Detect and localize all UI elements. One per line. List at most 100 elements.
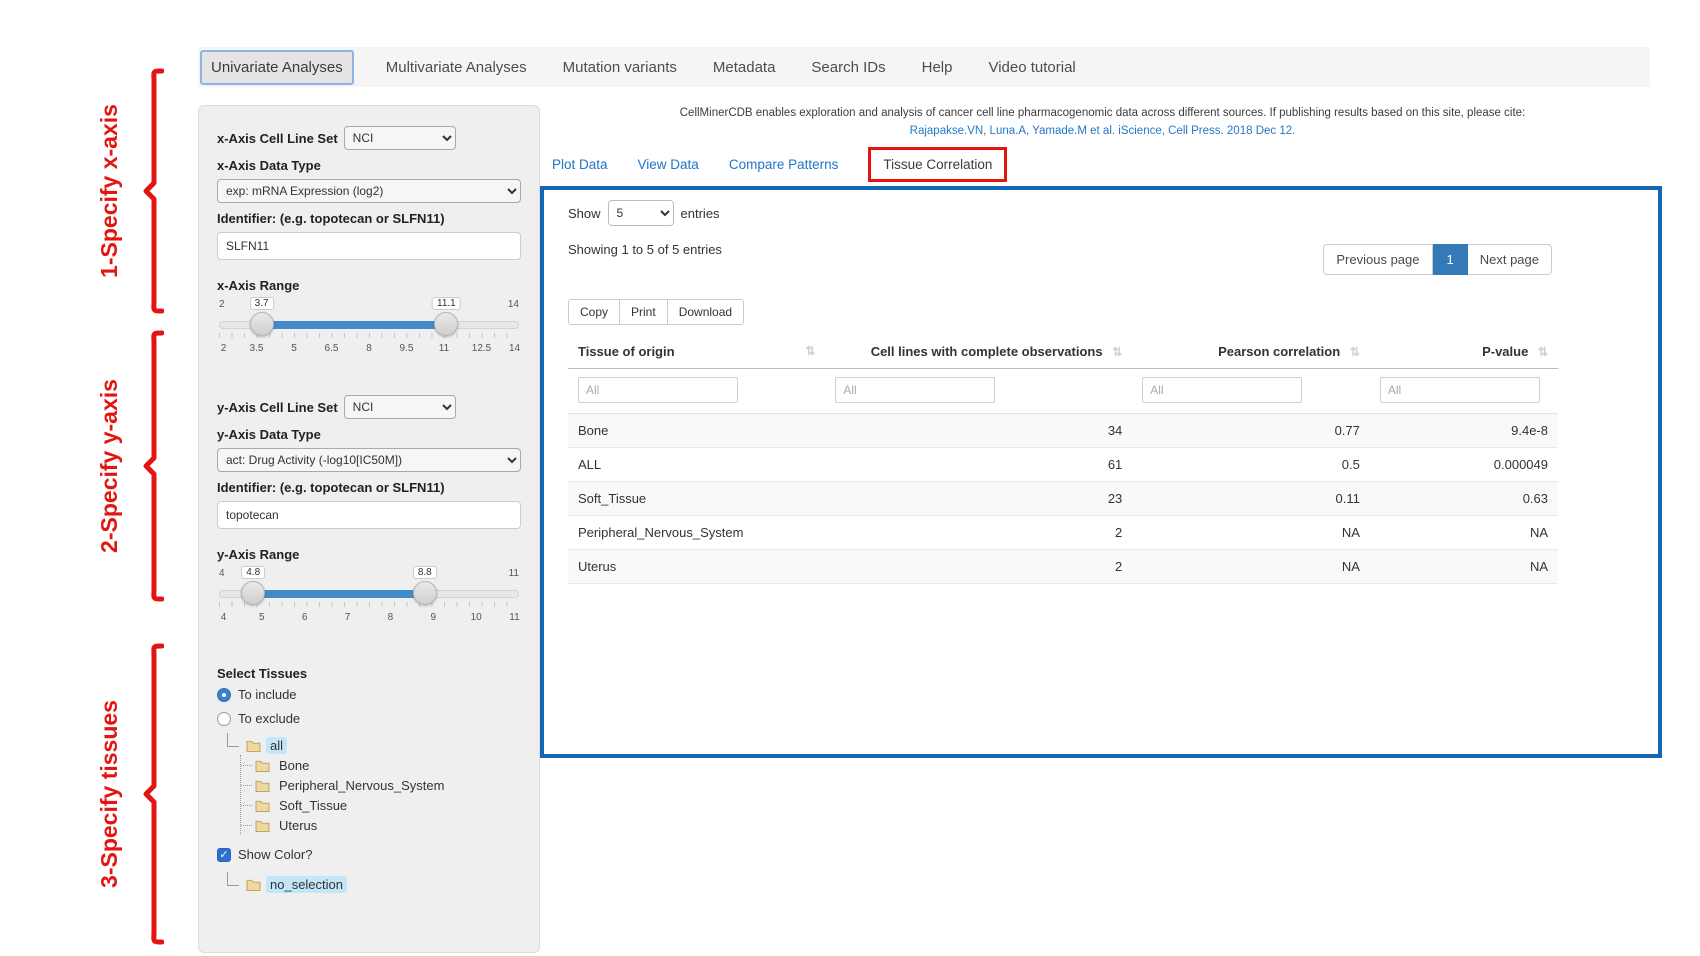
nav-tab-metadata[interactable]: Metadata <box>709 51 780 84</box>
folder-icon <box>255 759 270 772</box>
tree-node-peripheral-nervous-system[interactable]: Peripheral_Nervous_System <box>241 775 521 795</box>
sort-icon[interactable]: ⇅ <box>805 344 815 358</box>
nav-tab-search-ids[interactable]: Search IDs <box>807 51 889 84</box>
tree-node-soft-tissue[interactable]: Soft_Tissue <box>241 795 521 815</box>
filter-input-tissue[interactable] <box>578 377 738 403</box>
tissue-correlation-table: Tissue of origin ⇅ Cell lines with compl… <box>568 335 1558 584</box>
nav-tab-help[interactable]: Help <box>918 51 957 84</box>
x-range-min-label: 2 <box>219 299 225 310</box>
cell-n: 34 <box>825 414 1132 448</box>
page-length-select[interactable]: 5 <box>608 200 674 226</box>
x-grid-label: 5 <box>291 343 297 354</box>
tab-tissue-correlation[interactable]: Tissue Correlation <box>883 157 992 172</box>
select-tissues-title: Select Tissues <box>217 666 521 681</box>
export-buttons: Copy Print Download <box>568 299 1634 325</box>
show-color-checkbox[interactable]: ✓ <box>217 848 231 862</box>
previous-page-button[interactable]: Previous page <box>1323 244 1432 275</box>
sort-icon[interactable]: ⇅ <box>1350 345 1360 359</box>
x-grid-label: 8 <box>366 343 372 354</box>
y-grid-label: 7 <box>345 612 351 623</box>
y-range-selected-bar <box>253 590 425 598</box>
cell-p: NA <box>1370 550 1558 584</box>
annotation-step1: 1-Specify x-axis <box>96 68 186 314</box>
brace-step2 <box>142 330 164 602</box>
y-grid-label: 4 <box>221 612 227 623</box>
tree-node-no-selection[interactable]: no_selection <box>227 874 521 894</box>
y-range-max-label: 11 <box>509 568 519 579</box>
x-axis-range-slider[interactable]: 2 14 3.7 11.1 2 3.5 5 6.5 8 9.5 11 12.5 … <box>219 299 519 363</box>
brace-step1 <box>142 68 164 314</box>
copy-button[interactable]: Copy <box>568 299 620 325</box>
table-row[interactable]: Peripheral_Nervous_System 2 NA NA <box>568 516 1558 550</box>
cell-r: 0.5 <box>1132 448 1370 482</box>
table-row[interactable]: Uterus 2 NA NA <box>568 550 1558 584</box>
show-color-option[interactable]: ✓ Show Color? <box>217 847 521 862</box>
cell-p: 0.000049 <box>1370 448 1558 482</box>
nav-tab-univariate-analyses[interactable]: Univariate Analyses <box>200 50 354 85</box>
y-range-grid: 4 5 6 7 8 9 10 11 <box>219 612 519 626</box>
tab-compare-patterns[interactable]: Compare Patterns <box>729 157 839 172</box>
nav-tab-video-tutorial[interactable]: Video tutorial <box>984 51 1079 84</box>
download-button[interactable]: Download <box>668 299 744 325</box>
tree-node-label: Uterus <box>275 817 321 834</box>
cell-p: 0.63 <box>1370 482 1558 516</box>
y-axis-identifier-label: Identifier: (e.g. topotecan or SLFN11) <box>217 480 521 495</box>
tab-view-data[interactable]: View Data <box>638 157 699 172</box>
filter-input-pearson[interactable] <box>1142 377 1302 403</box>
cell-n: 23 <box>825 482 1132 516</box>
col-header-tissue-of-origin[interactable]: Tissue of origin ⇅ <box>568 335 825 369</box>
x-range-from-handle[interactable] <box>250 312 274 336</box>
tree-node-bone[interactable]: Bone <box>241 755 521 775</box>
tissues-exclude-option[interactable]: To exclude <box>217 711 521 726</box>
tab-plot-data[interactable]: Plot Data <box>552 157 608 172</box>
cell-tissue: Uterus <box>568 550 825 584</box>
x-range-to-label: 11.1 <box>432 297 461 310</box>
nav-tab-multivariate-analyses[interactable]: Multivariate Analyses <box>382 51 531 84</box>
exclude-radio[interactable] <box>217 712 231 726</box>
include-radio[interactable] <box>217 688 231 702</box>
x-axis-identifier-label: Identifier: (e.g. topotecan or SLFN11) <box>217 211 521 226</box>
filter-input-cell-lines[interactable] <box>835 377 995 403</box>
citation-link[interactable]: Rajapakse.VN, Luna.A, Yamade.M et al. iS… <box>545 122 1660 140</box>
cell-tissue: ALL <box>568 448 825 482</box>
x-grid-label: 6.5 <box>325 343 339 354</box>
col-header-pearson-correlation[interactable]: Pearson correlation ⇅ <box>1132 335 1370 369</box>
tree-node-uterus[interactable]: Uterus <box>241 815 521 835</box>
cell-p: 9.4e-8 <box>1370 414 1558 448</box>
table-row[interactable]: ALL 61 0.5 0.000049 <box>568 448 1558 482</box>
table-row[interactable]: Soft_Tissue 23 0.11 0.63 <box>568 482 1558 516</box>
page-number-button[interactable]: 1 <box>1433 244 1468 275</box>
x-axis-identifier-input[interactable] <box>217 232 521 260</box>
sort-icon[interactable]: ⇅ <box>1112 345 1122 359</box>
tree-node-all[interactable]: all <box>227 735 521 755</box>
show-entries-row: Show 5 entries <box>568 200 1634 226</box>
tissues-include-option[interactable]: To include <box>217 687 521 702</box>
nav-tab-mutation-variants[interactable]: Mutation variants <box>559 51 681 84</box>
y-axis-cell-line-set-select[interactable]: NCI <box>344 395 456 419</box>
x-range-max-label: 14 <box>508 299 519 310</box>
next-page-button[interactable]: Next page <box>1468 244 1552 275</box>
x-axis-data-type-select[interactable]: exp: mRNA Expression (log2) <box>217 179 521 203</box>
y-axis-identifier-input[interactable] <box>217 501 521 529</box>
settings-sidebar: x-Axis Cell Line Set NCI x-Axis Data Typ… <box>198 105 540 953</box>
col-header-label: Cell lines with complete observations <box>871 344 1103 359</box>
annotation-step3: 3-Specify tissues <box>96 643 186 945</box>
x-grid-label: 11 <box>439 343 449 354</box>
x-axis-cell-line-set-select[interactable]: NCI <box>344 126 456 150</box>
col-header-p-value[interactable]: P-value ⇅ <box>1370 335 1558 369</box>
filter-input-p-value[interactable] <box>1380 377 1540 403</box>
y-axis-range-label: y-Axis Range <box>217 547 521 562</box>
y-range-to-handle[interactable] <box>413 581 437 605</box>
y-axis-range-slider[interactable]: 4 11 4.8 8.8 4 5 6 7 8 9 10 11 <box>219 568 519 632</box>
y-range-ticks <box>219 602 519 607</box>
y-grid-label: 11 <box>509 612 519 623</box>
y-range-from-handle[interactable] <box>241 581 265 605</box>
table-header-row: Tissue of origin ⇅ Cell lines with compl… <box>568 335 1558 369</box>
view-tabs: Plot Data View Data Compare Patterns Tis… <box>552 146 1007 182</box>
col-header-cell-lines[interactable]: Cell lines with complete observations ⇅ <box>825 335 1132 369</box>
print-button[interactable]: Print <box>620 299 668 325</box>
sort-icon[interactable]: ⇅ <box>1538 345 1548 359</box>
table-row[interactable]: Bone 34 0.77 9.4e-8 <box>568 414 1558 448</box>
y-axis-data-type-select[interactable]: act: Drug Activity (-log10[IC50M]) <box>217 448 521 472</box>
entries-label: entries <box>681 206 720 221</box>
